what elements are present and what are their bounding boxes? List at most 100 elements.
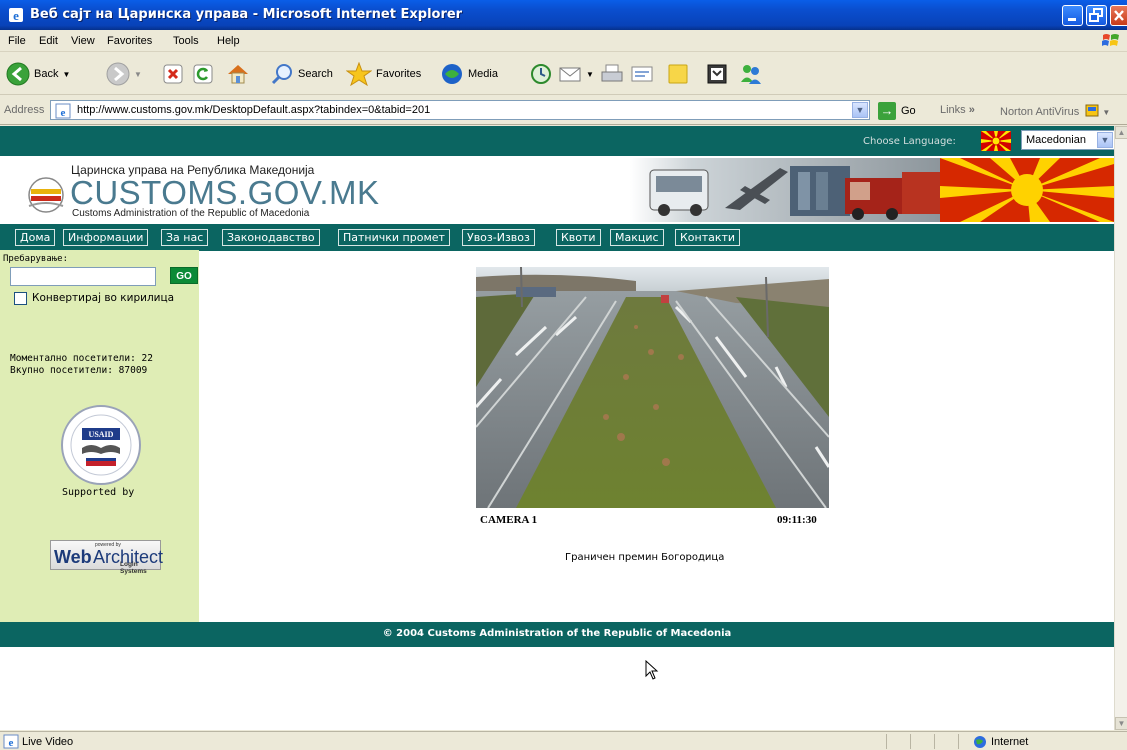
convert-cyrillic-checkbox[interactable] bbox=[14, 292, 27, 305]
chevron-down-icon[interactable]: ▼ bbox=[586, 70, 594, 79]
go-button[interactable]: → Go bbox=[878, 101, 916, 121]
window-title: Веб сајт на Царинска управа - Microsoft … bbox=[30, 7, 463, 22]
browser-window: e Веб сајт на Царинска управа - Microsof… bbox=[0, 0, 1127, 750]
address-label: Address bbox=[4, 104, 45, 116]
chevron-down-icon[interactable]: ▼ bbox=[852, 102, 868, 118]
media-label: Media bbox=[468, 68, 498, 80]
stop-icon bbox=[163, 64, 183, 84]
home-button[interactable] bbox=[226, 59, 250, 89]
edit-button[interactable] bbox=[630, 59, 654, 89]
discuss-button[interactable] bbox=[666, 59, 690, 89]
home-icon bbox=[228, 65, 248, 84]
chevron-down-icon[interactable]: ▼ bbox=[134, 70, 142, 79]
convert-cyrillic-label: Конвертирај во кирилица bbox=[32, 292, 175, 304]
language-select[interactable]: Macedonian ▼ bbox=[1021, 130, 1114, 150]
site-footer: © 2004 Customs Administration of the Rep… bbox=[0, 622, 1114, 647]
site-logo-text: CUSTOMS.GOV.MK bbox=[70, 174, 380, 211]
links-toolbar[interactable]: Links » bbox=[940, 104, 975, 116]
history-button[interactable] bbox=[530, 59, 552, 89]
minimize-button[interactable] bbox=[1062, 5, 1083, 26]
back-button[interactable]: Back ▼ bbox=[6, 59, 70, 89]
edit-icon bbox=[631, 66, 653, 82]
search-go-button[interactable]: GO bbox=[170, 267, 198, 284]
nav-quotas[interactable]: Квоти bbox=[556, 229, 601, 246]
camera-label: CAMERA 1 bbox=[480, 514, 538, 526]
stop-button[interactable] bbox=[162, 59, 184, 89]
forward-button[interactable]: ▼ bbox=[106, 59, 142, 89]
nav-information[interactable]: Информации bbox=[63, 229, 149, 246]
menu-view[interactable]: View bbox=[71, 35, 95, 47]
ie-icon: e bbox=[9, 8, 23, 23]
chevron-down-icon[interactable]: ▼ bbox=[1097, 132, 1113, 148]
page-icon: e bbox=[3, 734, 19, 749]
forward-arrow-icon bbox=[106, 62, 130, 86]
status-bar: e Live Video Internet bbox=[0, 731, 1127, 750]
camera-timestamp: 09:11:30 bbox=[777, 514, 817, 526]
title-bar[interactable]: e Веб сајт на Царинска управа - Microsof… bbox=[0, 0, 1127, 30]
nav-import-export[interactable]: Увоз-Извоз bbox=[462, 229, 535, 246]
menu-help[interactable]: Help bbox=[217, 35, 240, 47]
restore-button[interactable] bbox=[1086, 5, 1107, 26]
language-value: Macedonian bbox=[1026, 134, 1086, 146]
status-text: Live Video bbox=[22, 736, 74, 748]
search-button[interactable]: Search bbox=[270, 59, 333, 89]
svg-text:e: e bbox=[61, 107, 66, 119]
menu-tools[interactable]: Tools bbox=[173, 35, 199, 47]
history-icon bbox=[531, 64, 551, 84]
media-icon bbox=[442, 64, 462, 84]
nav-contacts[interactable]: Контакти bbox=[675, 229, 741, 246]
webarchitect-logo[interactable]: powered by Web Architect Login Systems bbox=[50, 540, 163, 575]
internet-zone-icon bbox=[974, 736, 986, 748]
site-banner: Царинска управа на Република Македонија … bbox=[10, 158, 1114, 222]
refresh-button[interactable] bbox=[192, 59, 214, 89]
note-icon bbox=[668, 64, 688, 84]
toolbar: Back ▼ ▼ Search Favorites Media ▼ bbox=[0, 53, 1127, 95]
usaid-label: USAID bbox=[89, 430, 114, 439]
menu-edit[interactable]: Edit bbox=[39, 35, 58, 47]
address-input[interactable]: e http://www.customs.gov.mk/DesktopDefau… bbox=[50, 100, 870, 120]
favorites-label: Favorites bbox=[376, 68, 422, 80]
menu-favorites[interactable]: Favorites bbox=[107, 35, 152, 47]
vertical-scrollbar[interactable]: ▲ ▼ bbox=[1114, 126, 1127, 730]
nav-makcis[interactable]: Макцис bbox=[610, 229, 664, 246]
nav-home[interactable]: Дома bbox=[15, 229, 56, 246]
live-camera-image bbox=[476, 267, 829, 508]
site-search-input[interactable] bbox=[10, 267, 156, 286]
nav-passenger-traffic[interactable]: Патнички промет bbox=[338, 229, 450, 246]
visitors-now: Моментално посетители: 22 bbox=[10, 353, 153, 364]
banner-photo-collage bbox=[630, 158, 1114, 222]
refresh-icon bbox=[193, 64, 213, 84]
messenger-icon bbox=[741, 65, 761, 84]
mail-icon bbox=[559, 67, 581, 82]
search-label: Search bbox=[298, 68, 333, 80]
norton-label: Norton AntiVirus bbox=[1000, 106, 1080, 118]
close-button[interactable] bbox=[1110, 5, 1127, 26]
menu-file[interactable]: File bbox=[8, 35, 26, 47]
messenger-button[interactable] bbox=[738, 59, 764, 89]
search-label: Пребарување: bbox=[3, 254, 69, 264]
org-name-en: Customs Administration of the Republic o… bbox=[72, 208, 310, 219]
webarchitect-web: Web bbox=[54, 547, 92, 567]
supported-by-label: Supported by bbox=[62, 487, 135, 498]
nav-legislation[interactable]: Законодавство bbox=[222, 229, 320, 246]
back-arrow-icon bbox=[6, 62, 30, 86]
language-bar: Choose Language: Macedonian ▼ bbox=[0, 126, 1114, 156]
media-button[interactable]: Media bbox=[440, 59, 498, 89]
zone-label: Internet bbox=[991, 736, 1029, 748]
back-label: Back bbox=[34, 68, 59, 80]
favorites-button[interactable]: Favorites bbox=[346, 59, 421, 89]
svg-text:e: e bbox=[13, 8, 19, 23]
mail-button[interactable]: ▼ bbox=[558, 59, 594, 89]
go-label: Go bbox=[901, 105, 916, 117]
nav-about[interactable]: За нас bbox=[161, 229, 209, 246]
research-button[interactable] bbox=[706, 59, 728, 89]
star-icon bbox=[346, 62, 372, 86]
left-sidebar: Пребарување: GO Конвертирај во кирилица … bbox=[0, 250, 199, 622]
norton-antivirus-button[interactable]: Norton AntiVirus ▼ bbox=[1000, 104, 1110, 118]
search-icon bbox=[271, 64, 292, 85]
print-button[interactable] bbox=[600, 59, 624, 89]
scroll-down-button[interactable]: ▼ bbox=[1115, 717, 1127, 730]
scroll-up-button[interactable]: ▲ bbox=[1115, 126, 1127, 139]
chevron-down-icon[interactable]: ▼ bbox=[62, 70, 70, 79]
usaid-seal-icon[interactable]: USAID bbox=[60, 404, 142, 486]
